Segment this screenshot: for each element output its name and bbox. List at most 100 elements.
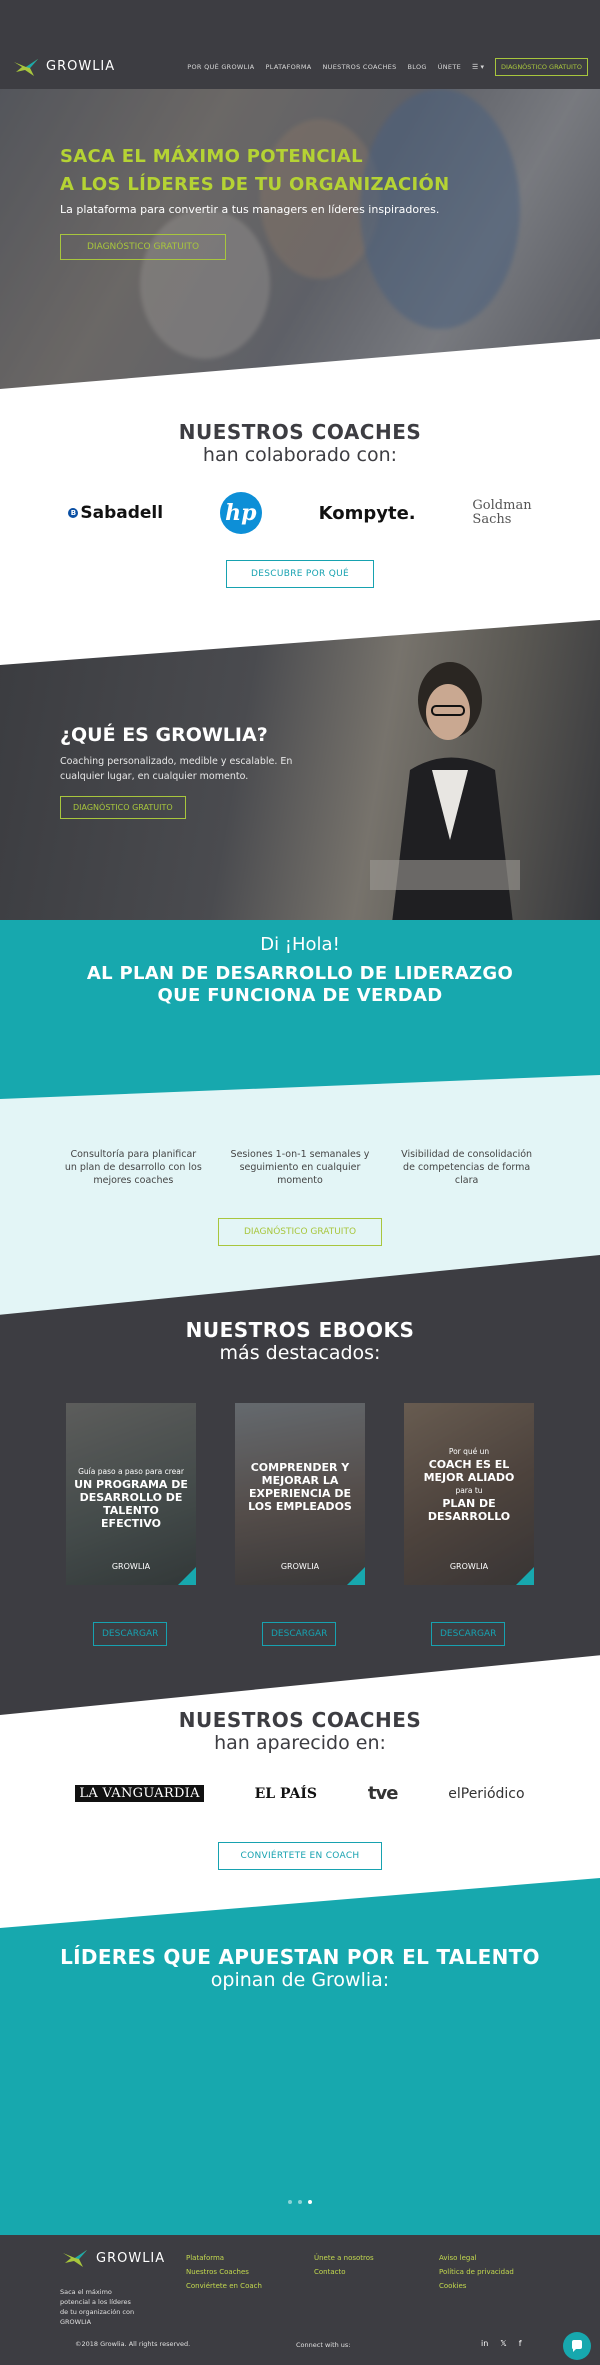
what-is-growlia-section: ¿QUÉ ES GROWLIA? Coaching personalizado,… (0, 620, 600, 930)
nav-plataforma[interactable]: PLATAFORMA (266, 63, 312, 71)
client-logos: B Sabadell hp Kompyte. Goldman Sachs (0, 492, 600, 534)
hummingbird-logo-icon (63, 2250, 87, 2267)
become-coach-button[interactable]: CONVIÉRTETE EN COACH (217, 1842, 383, 1870)
features-list: Consultoría para planificar un plan de d… (0, 1148, 600, 1187)
header-cta-button[interactable]: DIAGNÓSTICO GRATUITO (495, 57, 588, 76)
ebooks-subtitle: más destacados: (219, 1342, 381, 1364)
hp-logo: hp (219, 492, 262, 534)
ebook-card-3[interactable]: Por qué un COACH ES EL MEJOR ALIADO para… (404, 1403, 534, 1585)
hero-title: SACA EL MÁXIMO POTENCIAL A LOS LÍDERES D… (60, 143, 450, 199)
carousel-dot-3[interactable] (308, 2200, 312, 2204)
plan-cta-button[interactable]: DIAGNÓSTICO GRATUITO (217, 1218, 383, 1246)
footer-link-cookies[interactable]: Cookies (439, 2282, 514, 2290)
plan-cta-wrap: DIAGNÓSTICO GRATUITO (0, 1218, 600, 1246)
footer-link-aviso[interactable]: Aviso legal (439, 2254, 514, 2262)
carousel-dot-2[interactable] (298, 2200, 302, 2204)
top-gray-bar (0, 0, 600, 44)
facebook-icon[interactable]: f (519, 2339, 522, 2348)
footer-description: Saca el máximo potencial a los líderes d… (60, 2288, 135, 2326)
feature-sesiones: Sesiones 1-on-1 semanales y seguimiento … (230, 1149, 370, 1186)
ebook-3-title2-text: PLAN DE DESARROLLO (427, 1497, 511, 1523)
footer-link-plataforma[interactable]: Plataforma (186, 2254, 262, 2262)
goldman-sachs-logo: Goldman Sachs (472, 499, 531, 527)
hero-title-line2: A LOS LÍDERES DE TU ORGANIZACIÓN (60, 174, 450, 195)
twitter-icon[interactable]: 𝕏 (500, 2339, 506, 2348)
coaches2-cta-wrap: CONVIÉRTETE EN COACH (0, 1842, 600, 1870)
tve-logo: tve (367, 1783, 399, 1804)
hummingbird-logo-icon (14, 58, 38, 76)
coaches-media-section: NUESTROS COACHES han aparecido en: (0, 1708, 600, 1754)
feature-visibilidad: Visibilidad de consolidación de competen… (401, 1149, 533, 1186)
chat-widget-button[interactable] (563, 2332, 591, 2360)
footer-link-coaches[interactable]: Nuestros Coaches (186, 2268, 262, 2276)
testimonials-title: LÍDERES QUE APUESTAN POR EL TALENTO (60, 1945, 540, 1969)
footer-copyright: ©2018 Growlia. All rights reserved. (75, 2340, 191, 2348)
footer-col-2: Únete a nosotros Contacto (314, 2254, 374, 2276)
sabadell-logo-text: Sabadell (80, 503, 164, 523)
logo[interactable]: GROWLIA (12, 56, 115, 78)
hero-title-line1: SACA EL MÁXIMO POTENCIAL (60, 146, 363, 167)
footer-col-1: Plataforma Nuestros Coaches Conviértete … (186, 2254, 262, 2290)
testimonials-subtitle: opinan de Growlia: (210, 1969, 390, 1991)
coaches1-title: NUESTROS COACHES (178, 420, 422, 444)
ebook-card-2[interactable]: COMPRENDER Y MEJORAR LA EXPERIENCIA DE L… (235, 1403, 365, 1585)
plan-greeting: Di ¡Hola! (260, 934, 340, 955)
goldman-text: Goldman (472, 498, 532, 513)
hero-subtitle: La plataforma para convertir a tus manag… (60, 203, 440, 216)
footer-link-contacto[interactable]: Contacto (314, 2268, 374, 2276)
growlia-cta-button[interactable]: DIAGNÓSTICO GRATUITO (60, 796, 186, 819)
ebook-3-small2: para tu (455, 1486, 483, 1495)
download-ebook-1-button[interactable]: DESCARGAR (93, 1622, 168, 1646)
ebook-1-title: Guía paso a paso para crear UN PROGRAMA … (74, 1465, 188, 1530)
chat-icon (572, 2340, 582, 2352)
ebook-2-brand: GROWLIA (280, 1562, 320, 1571)
coaches2-subtitle: han aparecido en: (214, 1732, 386, 1754)
nav-unete[interactable]: ÚNETE (438, 63, 461, 71)
footer-social: in 𝕏 f (481, 2339, 522, 2348)
sachs-text: Sachs (472, 512, 512, 527)
nav-blog[interactable]: BLOG (408, 63, 427, 71)
hero-content: SACA EL MÁXIMO POTENCIAL A LOS LÍDERES D… (60, 143, 450, 260)
ebook-3-small: Por qué un (448, 1447, 490, 1456)
la-vanguardia-logo: LA VANGUARDIA (75, 1785, 204, 1802)
language-menu-icon[interactable]: ☰ ▾ (472, 63, 484, 71)
ebook-2-title: COMPRENDER Y MEJORAR LA EXPERIENCIA DE L… (243, 1461, 357, 1513)
download-ebook-3-button[interactable]: DESCARGAR (431, 1622, 506, 1646)
growlia-text: Coaching personalizado, medible y escala… (60, 756, 293, 782)
plan-title-line2: QUE FUNCIONA DE VERDAD (157, 985, 443, 1006)
testimonials-heading: LÍDERES QUE APUESTAN POR EL TALENTO opin… (0, 1945, 600, 1991)
ebook-card-1[interactable]: Guía paso a paso para crear UN PROGRAMA … (66, 1403, 196, 1585)
ebooks-title: NUESTROS EBOOKS (185, 1318, 415, 1342)
carousel-dot-1[interactable] (288, 2200, 292, 2204)
descubre-button[interactable]: DESCUBRE POR QUÉ (226, 560, 374, 588)
media-logos: LA VANGUARDIA EL PAÍS tve elPeriódico (0, 1783, 600, 1804)
footer-connect: Connect with us: (296, 2341, 351, 2349)
coaches1-subtitle: han colaborado con: (202, 444, 398, 466)
download-ebook-2-button[interactable]: DESCARGAR (262, 1622, 337, 1646)
nav-por-que[interactable]: POR QUÉ GROWLIA (187, 63, 254, 71)
footer-logo[interactable]: GROWLIA (60, 2247, 165, 2269)
nav-coaches[interactable]: NUESTROS COACHES (323, 63, 397, 71)
linkedin-icon[interactable]: in (481, 2339, 488, 2348)
footer-logo-text: GROWLIA (96, 2250, 166, 2266)
site-header: GROWLIA POR QUÉ GROWLIA PLATAFORMA NUEST… (0, 44, 600, 89)
plan-title: AL PLAN DE DESARROLLO DE LIDERAZGO QUE F… (0, 963, 600, 1007)
carousel-dots (0, 2200, 600, 2204)
feature-consultoria: Consultoría para planificar un plan de d… (64, 1149, 202, 1186)
main-nav: POR QUÉ GROWLIA PLATAFORMA NUESTROS COAC… (187, 57, 588, 76)
hero-cta-button[interactable]: DIAGNÓSTICO GRATUITO (60, 234, 227, 260)
ebook-3-corner (516, 1567, 534, 1585)
hero-section: SACA EL MÁXIMO POTENCIAL A LOS LÍDERES D… (0, 89, 600, 389)
plan-title-line1: AL PLAN DE DESARROLLO DE LIDERAZGO (86, 963, 514, 984)
el-pais-logo: EL PAÍS (254, 1785, 318, 1802)
coaches2-title: NUESTROS COACHES (178, 1708, 422, 1732)
footer-link-unete[interactable]: Únete a nosotros (314, 2254, 374, 2262)
logo-text: GROWLIA (46, 59, 116, 74)
footer-link-conviertete[interactable]: Conviértete en Coach (186, 2282, 262, 2290)
ebook-2-corner (347, 1567, 365, 1585)
footer-link-privacidad[interactable]: Política de privacidad (439, 2268, 514, 2276)
sabadell-logo: B Sabadell (68, 503, 163, 523)
footer-col-3: Aviso legal Política de privacidad Cooki… (439, 2254, 514, 2290)
coaches1-cta-wrap: DESCUBRE POR QUÉ (0, 560, 600, 588)
ebook-2-title-text: COMPRENDER Y MEJORAR LA EXPERIENCIA DE L… (248, 1461, 352, 1513)
